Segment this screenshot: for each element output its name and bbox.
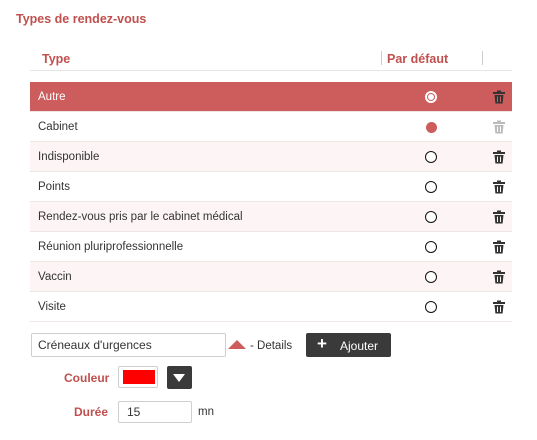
- default-radio[interactable]: [425, 91, 437, 103]
- table-row[interactable]: Autre: [30, 82, 512, 112]
- default-radio[interactable]: [425, 151, 437, 163]
- trash-icon[interactable]: [492, 180, 506, 194]
- duration-label: Durée: [74, 405, 109, 419]
- triangle-up-icon[interactable]: [228, 340, 246, 349]
- default-radio[interactable]: [425, 211, 437, 223]
- table-row[interactable]: Indisponible: [30, 142, 512, 172]
- default-radio[interactable]: [426, 122, 437, 133]
- column-divider: [381, 51, 382, 65]
- color-swatch: [123, 370, 155, 384]
- trash-icon[interactable]: [492, 300, 506, 314]
- trash-icon[interactable]: [492, 90, 506, 104]
- table-row[interactable]: Points: [30, 172, 512, 202]
- type-name-input[interactable]: [31, 333, 226, 357]
- table-header: Type Par défaut: [30, 48, 512, 72]
- section-title: Types de rendez-vous: [16, 12, 147, 26]
- caret-down-icon: [173, 374, 185, 382]
- add-button-label: Ajouter: [340, 339, 379, 353]
- row-label: Rendez-vous pris par le cabinet médical: [38, 211, 243, 223]
- table-row[interactable]: Réunion pluriprofessionnelle: [30, 232, 512, 262]
- row-label: Autre: [38, 91, 66, 103]
- row-label: Cabinet: [38, 121, 78, 133]
- color-label: Couleur: [64, 371, 110, 385]
- table-row[interactable]: Visite: [30, 292, 512, 322]
- row-label: Réunion pluriprofessionnelle: [38, 241, 184, 253]
- color-picker[interactable]: [118, 366, 158, 388]
- default-radio[interactable]: [425, 301, 437, 313]
- default-radio[interactable]: [425, 271, 437, 283]
- duration-input[interactable]: [118, 401, 192, 423]
- trash-icon[interactable]: [492, 270, 506, 284]
- trash-icon[interactable]: [492, 210, 506, 224]
- appointment-types-table: Autre Cabinet Indisponible Points Rendez…: [30, 82, 512, 322]
- add-button[interactable]: + Ajouter: [306, 333, 391, 357]
- plus-icon: +: [317, 334, 327, 353]
- header-underline: [30, 70, 512, 71]
- row-label: Vaccin: [38, 271, 72, 283]
- default-radio[interactable]: [425, 181, 437, 193]
- trash-icon: [492, 120, 506, 134]
- column-header-default[interactable]: Par défaut: [387, 52, 448, 66]
- default-radio[interactable]: [425, 241, 437, 253]
- table-row[interactable]: Cabinet: [30, 112, 512, 142]
- details-link[interactable]: - Details: [250, 340, 292, 352]
- row-label: Points: [38, 181, 70, 193]
- table-row[interactable]: Rendez-vous pris par le cabinet médical: [30, 202, 512, 232]
- table-row[interactable]: Vaccin: [30, 262, 512, 292]
- row-label: Visite: [38, 301, 66, 313]
- color-dropdown-button[interactable]: [167, 366, 192, 389]
- column-header-type[interactable]: Type: [42, 52, 70, 66]
- trash-icon[interactable]: [492, 150, 506, 164]
- row-label: Indisponible: [38, 151, 100, 163]
- trash-icon[interactable]: [492, 240, 506, 254]
- duration-unit: mn: [198, 406, 214, 418]
- column-divider: [482, 51, 483, 65]
